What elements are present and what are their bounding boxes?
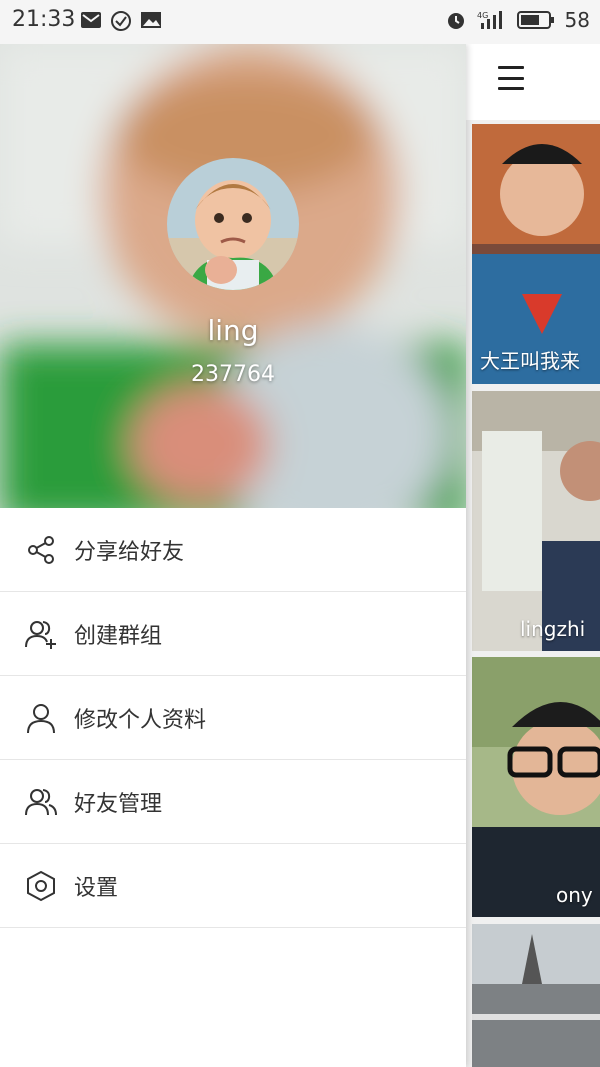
share-icon: [24, 533, 58, 567]
feed-caption: ony: [556, 883, 593, 907]
menu-item-label: 创建群组: [74, 623, 163, 649]
status-bar: 21:33 4G 58: [0, 0, 600, 44]
alarm-icon: [447, 13, 464, 29]
menu-item-label: 设置: [74, 875, 119, 901]
menu-item-settings[interactable]: 设置: [0, 844, 466, 928]
feed-photo: [472, 924, 600, 1067]
feed-photo: [472, 657, 600, 917]
feed-item[interactable]: lingzhi: [472, 391, 600, 651]
drawer-menu: 分享给好友 创建群组 修改个人资料 好友管理 设置: [0, 508, 466, 928]
settings-icon: [24, 869, 58, 903]
feed-caption: 大王叫我来: [480, 349, 580, 373]
edit-profile-icon: [24, 701, 58, 735]
battery-level: 58: [564, 8, 590, 32]
mail-icon: [81, 12, 101, 28]
friends-icon: [24, 785, 58, 819]
avatar[interactable]: [167, 158, 299, 290]
check-circle-icon: [111, 11, 131, 31]
menu-icon[interactable]: [498, 66, 524, 90]
menu-item-edit-profile[interactable]: 修改个人资料: [0, 676, 466, 760]
status-time: 21:33: [12, 7, 76, 32]
profile-name: ling: [207, 314, 259, 347]
create-group-icon: [24, 617, 58, 651]
navigation-drawer: ling 237764 分享给好友 创建群组 修改个人资料 好友管理 设置: [0, 44, 466, 1067]
feed-item[interactable]: 大王叫我来: [472, 124, 600, 384]
feed-item[interactable]: ony: [472, 657, 600, 917]
menu-item-friends[interactable]: 好友管理: [0, 760, 466, 844]
main-toolbar: [466, 44, 600, 120]
menu-item-label: 好友管理: [74, 791, 163, 817]
image-icon: [141, 12, 161, 28]
menu-item-create-group[interactable]: 创建群组: [0, 592, 466, 676]
signal-icon: 4G: [477, 11, 502, 29]
svg-text:4G: 4G: [477, 11, 488, 20]
profile-id: 237764: [191, 362, 275, 387]
feed-photo: [472, 391, 600, 651]
feed-item[interactable]: [472, 924, 600, 1067]
feed-caption: lingzhi: [520, 617, 586, 641]
profile-header: ling 237764: [0, 44, 466, 508]
menu-item-share[interactable]: 分享给好友: [0, 508, 466, 592]
menu-item-label: 修改个人资料: [74, 707, 207, 733]
menu-item-label: 分享给好友: [74, 539, 185, 565]
main-feed: 大王叫我来 lingzhi ony: [466, 44, 600, 1067]
battery-icon: [516, 11, 554, 29]
